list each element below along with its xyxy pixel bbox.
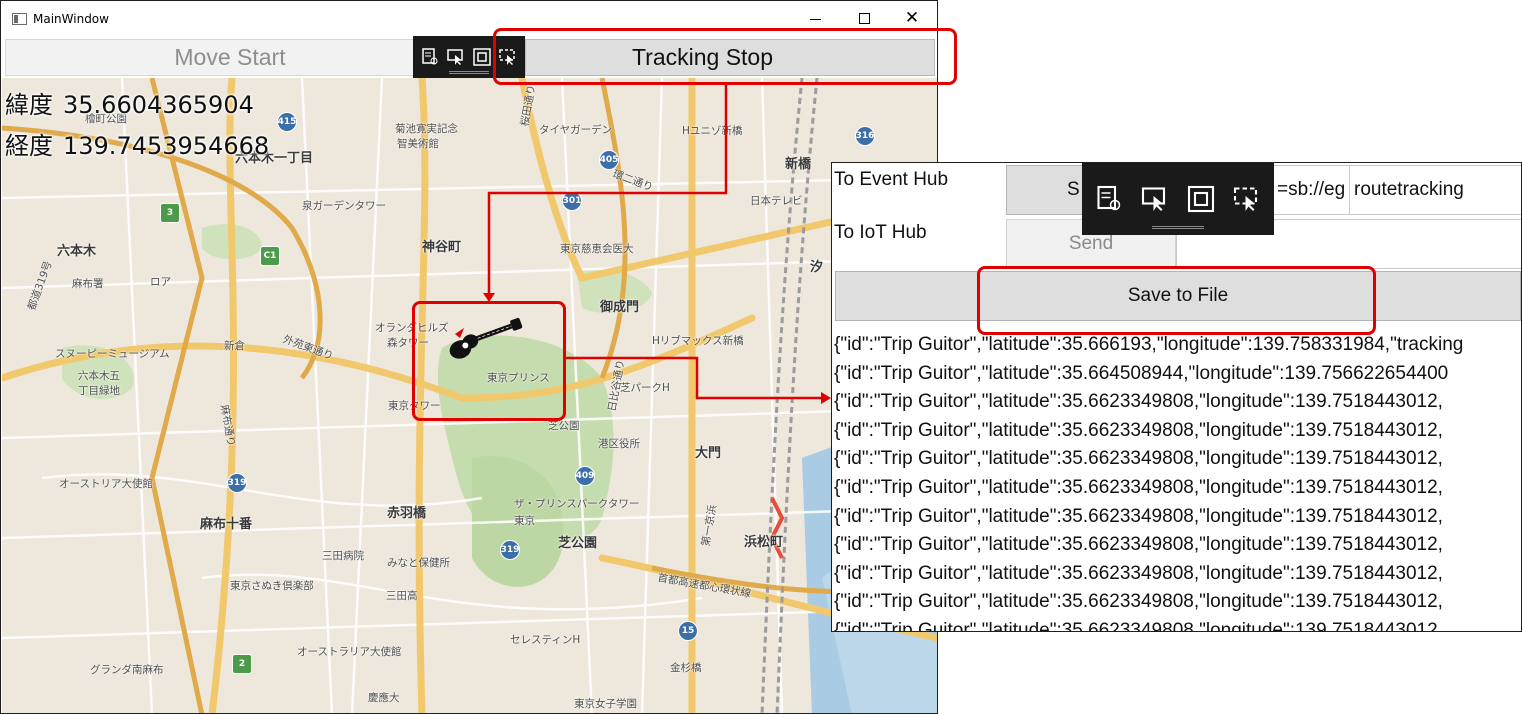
map-label: 東京 xyxy=(514,515,535,527)
map-label: 浜松町 xyxy=(744,535,784,550)
map-label: 新倉 xyxy=(224,340,245,352)
map-label: 麻布署 xyxy=(72,278,104,290)
log-line: {"id":"Trip Guitor","latitude":35.662334… xyxy=(834,476,1443,498)
map-label: 三田高 xyxy=(386,590,418,602)
longitude-label: 経度 xyxy=(5,132,53,160)
log-line: {"id":"Trip Guitor","latitude":35.662334… xyxy=(834,419,1443,441)
tracking-log-list[interactable]: {"id":"Trip Guitor","latitude":35.666193… xyxy=(834,331,1521,632)
log-line: {"id":"Trip Guitor","latitude":35.662334… xyxy=(834,391,1443,413)
log-line: {"id":"Trip Guitor","latitude":35.662334… xyxy=(834,591,1443,613)
map-label: 慶應大 xyxy=(368,692,400,704)
latitude-label: 緯度 xyxy=(5,91,53,119)
map-label: タイヤガーデン xyxy=(539,124,613,136)
window-title: MainWindow xyxy=(33,12,109,26)
map-label: 麻布十番 xyxy=(200,517,253,532)
log-line: {"id":"Trip Guitor","latitude":35.662334… xyxy=(834,619,1443,632)
route-shield-icon: 409 xyxy=(575,466,595,486)
latitude-row: 緯度 35.6604365904 xyxy=(5,85,254,120)
log-line: {"id":"Trip Guitor","latitude":35.664508… xyxy=(834,362,1449,384)
log-line: {"id":"Trip Guitor","latitude":35.662334… xyxy=(834,534,1443,556)
map-label: 大門 xyxy=(695,446,722,461)
map-label: ザ・プリンスパークタワー xyxy=(514,498,640,510)
maximize-icon xyxy=(858,12,870,24)
map-label: 東京女子学園 xyxy=(574,698,637,710)
panel-debug-toolbar xyxy=(1082,163,1274,235)
map-label: 神谷町 xyxy=(422,240,462,255)
toolbar-grip[interactable] xyxy=(449,71,489,74)
map-label: 三田病院 xyxy=(322,550,364,562)
select-element-icon[interactable] xyxy=(420,47,440,67)
app-window-icon xyxy=(12,13,27,25)
map-label: 港区役所 xyxy=(598,438,640,450)
annotation-box-tracking-stop xyxy=(493,28,957,85)
map-label: 新橋 xyxy=(785,157,812,172)
log-line: {"id":"Trip Guitor","latitude":35.666193… xyxy=(834,334,1464,355)
route-shield-icon: 301 xyxy=(562,191,582,211)
annotation-box-marker xyxy=(412,301,566,421)
map-label: 汐 xyxy=(810,260,824,275)
route-shield-icon: C1 xyxy=(260,246,280,266)
annotation-box-save-to-file xyxy=(977,266,1376,335)
event-hub-name-input[interactable]: routetracking xyxy=(1349,165,1521,215)
move-start-button[interactable]: Move Start xyxy=(5,39,415,76)
map-label: みなと保健所 xyxy=(387,557,450,569)
event-hub-label: To Event Hub xyxy=(834,169,949,190)
route-shield-icon: 15 xyxy=(678,621,698,641)
map-label: Hリブマックス新橋 xyxy=(652,335,744,347)
log-line: {"id":"Trip Guitor","latitude":35.662334… xyxy=(834,505,1443,527)
map-label: オーストラリア大使館 xyxy=(297,646,402,658)
map-label: 菊池寛実記念 xyxy=(395,123,458,135)
route-shield-icon: 316 xyxy=(855,126,875,146)
map-label: セレスティンH xyxy=(510,634,581,646)
toolbar-grip[interactable] xyxy=(1152,226,1204,229)
map-label: スヌーピーミュージアム xyxy=(55,348,170,360)
route-shield-icon: 2 xyxy=(232,654,252,674)
route-shield-icon: 319 xyxy=(500,540,520,560)
route-shield-icon: 3 xyxy=(160,203,180,223)
route-shield-icon: 405 xyxy=(599,150,619,170)
route-shield-icon: 319 xyxy=(227,473,247,493)
hub-panel: To Event Hub S =sb://eg routetracking To… xyxy=(831,162,1522,632)
log-line: {"id":"Trip Guitor","latitude":35.662334… xyxy=(834,448,1443,470)
map-label: 赤羽橋 xyxy=(387,506,427,521)
map-label: 東京さぬき倶楽部 xyxy=(230,580,314,592)
map-label: 芝パークH xyxy=(620,382,670,394)
longitude-row: 経度 139.7453954668 xyxy=(5,126,269,161)
map-label: Hユニゾ新橋 xyxy=(682,125,743,137)
map-label: 丁目緑地 xyxy=(78,385,120,397)
close-icon: ✕ xyxy=(904,8,920,28)
map-label: 御成門 xyxy=(600,300,640,315)
longitude-value: 139.7453954668 xyxy=(63,132,270,160)
map-label: 芝公園 xyxy=(558,536,598,551)
route-shield-icon: 415 xyxy=(277,112,297,132)
map-label: 金杉橋 xyxy=(670,662,702,674)
map-label: ロア xyxy=(150,276,171,288)
minimize-icon xyxy=(809,18,821,20)
iot-hub-label: To IoT Hub xyxy=(834,222,927,243)
map-label: 六本木 xyxy=(57,244,97,259)
log-line: {"id":"Trip Guitor","latitude":35.662334… xyxy=(834,562,1443,584)
map-label: オーストリア大使館 xyxy=(59,478,153,490)
pointer-select-icon[interactable] xyxy=(446,47,466,67)
map-label: 智美術館 xyxy=(397,138,439,150)
track-focus-icon[interactable] xyxy=(1232,184,1262,214)
select-element-icon[interactable] xyxy=(1094,184,1124,214)
map-label: グランダ南麻布 xyxy=(90,664,164,676)
layout-adorner-icon[interactable] xyxy=(1186,184,1216,214)
map-label: 日本テレビ xyxy=(750,195,803,207)
event-hub-connection-input[interactable]: =sb://eg xyxy=(1272,165,1350,215)
layout-adorner-icon[interactable] xyxy=(472,47,492,67)
latitude-value: 35.6604365904 xyxy=(63,91,254,119)
map-label: 六本木五 xyxy=(78,370,120,382)
pointer-select-icon[interactable] xyxy=(1140,184,1170,214)
map-label: 東京慈恵会医大 xyxy=(560,243,634,255)
map-label: 泉ガーデンタワー xyxy=(302,200,386,212)
